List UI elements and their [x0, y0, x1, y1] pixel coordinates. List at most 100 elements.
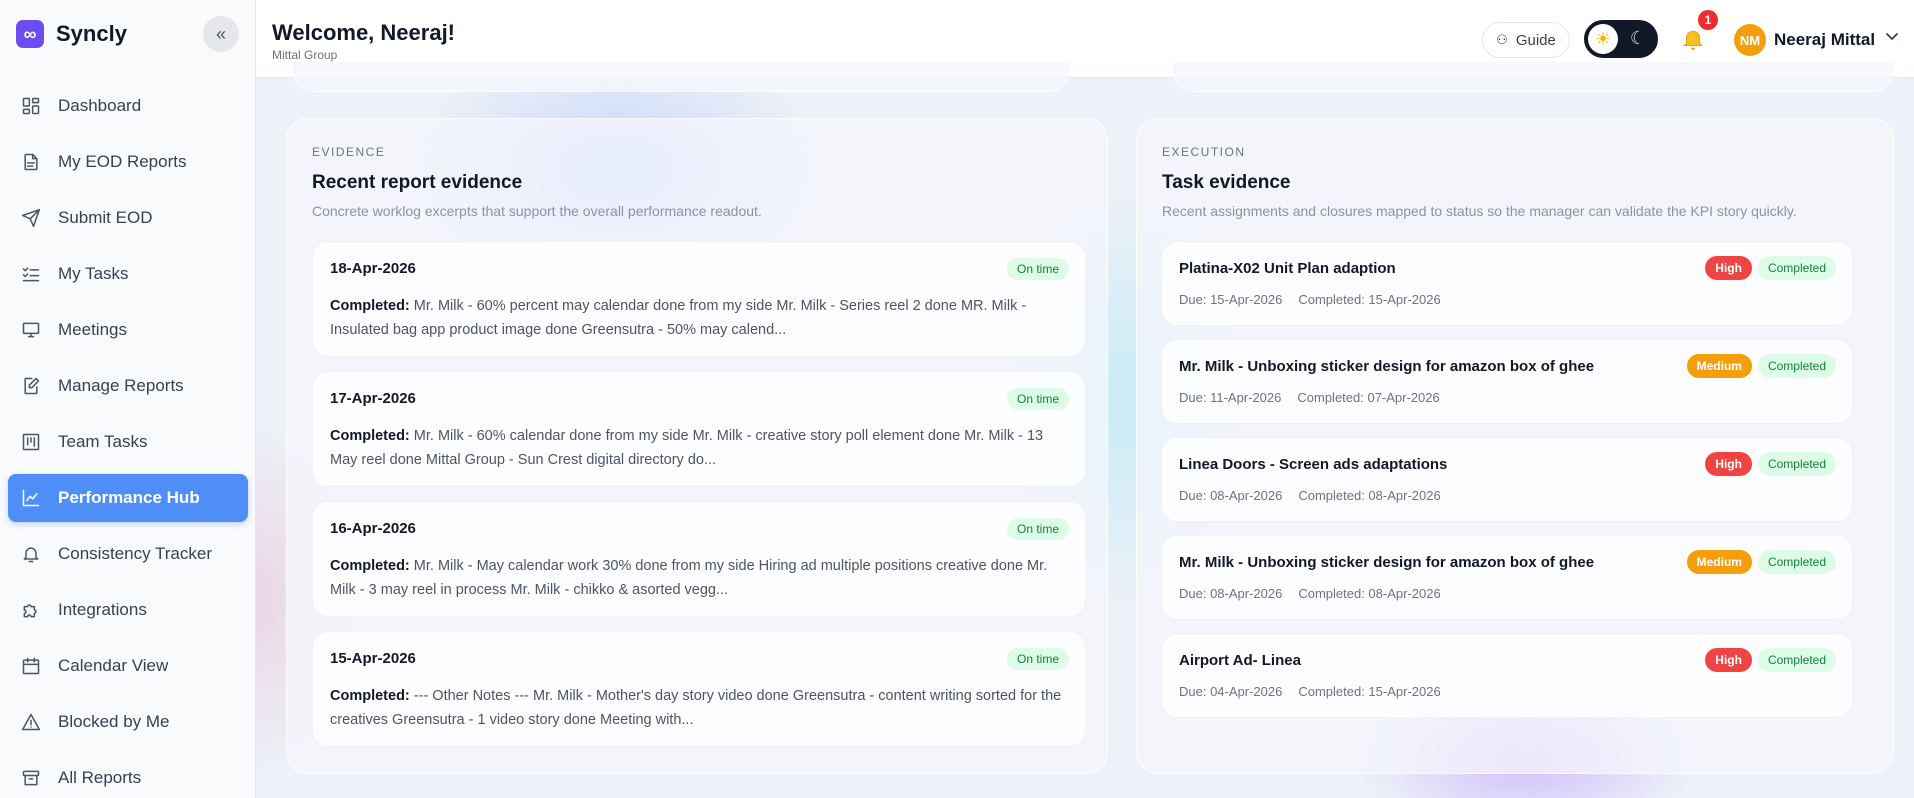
task-badges: High Completed — [1705, 648, 1836, 672]
theme-toggle[interactable]: ☀ ☾ — [1584, 20, 1658, 58]
task-completed: Completed: 15-Apr-2026 — [1298, 684, 1441, 699]
task-card[interactable]: Airport Ad- Linea High Completed Due: 04… — [1161, 633, 1853, 718]
brand[interactable]: ∞ Syncly — [16, 20, 127, 48]
chart-line-icon — [20, 487, 42, 509]
sidebar-item-dashboard[interactable]: Dashboard — [8, 82, 248, 130]
calendar-icon — [20, 655, 42, 677]
evidence-date: 18-Apr-2026 — [330, 260, 416, 277]
evidence-panel: EVIDENCE Recent report evidence Concrete… — [286, 118, 1108, 774]
sidebar-item-team-tasks[interactable]: Team Tasks — [8, 418, 248, 466]
sidebar-item-label: All Reports — [58, 768, 142, 787]
sidebar-item-label: Manage Reports — [58, 376, 184, 395]
organization-name: Mittal Group — [272, 48, 338, 62]
sidebar-item-label: Consistency Tracker — [58, 544, 212, 563]
sidebar-item-meetings[interactable]: Meetings — [8, 306, 248, 354]
evidence-body: --- Other Notes --- Mr. Milk - Mother's … — [330, 688, 1062, 728]
status-badge: Completed — [1757, 550, 1836, 574]
task-title: Mr. Milk - Unboxing sticker design for a… — [1179, 554, 1595, 571]
execution-panel: EXECUTION Task evidence Recent assignmen… — [1136, 118, 1894, 774]
sidebar-nav: Dashboard My EOD Reports Submit EOD My T… — [8, 82, 248, 798]
bell-icon — [20, 543, 42, 565]
sidebar-item-my-tasks[interactable]: My Tasks — [8, 250, 248, 298]
puzzle-icon — [20, 599, 42, 621]
evidence-label: Completed: — [330, 558, 410, 574]
evidence-card[interactable]: 15-Apr-2026 On time Completed: --- Other… — [312, 631, 1086, 747]
task-card[interactable]: Linea Doors - Screen ads adaptations Hig… — [1161, 437, 1853, 522]
checklist-icon — [20, 263, 42, 285]
edit-document-icon — [20, 375, 42, 397]
task-meta: Due: 08-Apr-2026 Completed: 08-Apr-2026 — [1179, 586, 1457, 601]
avatar[interactable]: NM — [1734, 24, 1766, 56]
sidebar-item-all-reports[interactable]: All Reports — [8, 754, 248, 798]
task-meta: Due: 04-Apr-2026 Completed: 15-Apr-2026 — [1179, 684, 1457, 699]
task-due: Due: 11-Apr-2026 — [1179, 390, 1282, 405]
sidebar-item-label: My Tasks — [58, 264, 129, 283]
task-due: Due: 15-Apr-2026 — [1179, 292, 1283, 307]
dashboard-icon — [20, 95, 42, 117]
warning-icon — [20, 711, 42, 733]
brand-name: Syncly — [56, 21, 127, 46]
evidence-eyebrow: EVIDENCE — [312, 145, 386, 159]
sidebar-item-manage-reports[interactable]: Manage Reports — [8, 362, 248, 410]
priority-badge: Medium — [1686, 354, 1752, 378]
task-due: Due: 08-Apr-2026 — [1179, 488, 1283, 503]
sidebar-item-label: Submit EOD — [58, 208, 153, 227]
user-name[interactable]: Neeraj Mittal — [1774, 30, 1875, 50]
status-badge: On time — [1006, 388, 1069, 410]
evidence-text: Completed: Mr. Milk - 60% calendar done … — [330, 424, 1070, 472]
sidebar-item-integrations[interactable]: Integrations — [8, 586, 248, 634]
evidence-date: 15-Apr-2026 — [330, 650, 416, 667]
status-badge: On time — [1006, 518, 1069, 540]
task-completed: Completed: 08-Apr-2026 — [1298, 586, 1441, 601]
double-chevron-left-icon: « — [215, 23, 226, 44]
sidebar-item-label: Dashboard — [58, 96, 142, 115]
evidence-card[interactable]: 16-Apr-2026 On time Completed: Mr. Milk … — [312, 501, 1086, 617]
evidence-text: Completed: Mr. Milk - May calendar work … — [330, 554, 1070, 602]
task-due: Due: 04-Apr-2026 — [1179, 684, 1283, 699]
sidebar-item-blocked-by-me[interactable]: Blocked by Me — [8, 698, 248, 746]
evidence-body: Mr. Milk - May calendar work 30% done fr… — [330, 558, 1048, 598]
status-badge: Completed — [1757, 452, 1836, 476]
status-badge: Completed — [1757, 256, 1836, 280]
evidence-title: Recent report evidence — [312, 172, 523, 193]
execution-title: Task evidence — [1162, 172, 1291, 193]
main-content: Welcome, Neeraj! Mittal Group ⚇ Guide ☀ … — [256, 0, 1914, 798]
priority-badge: High — [1705, 452, 1752, 476]
guide-button[interactable]: ⚇ Guide — [1482, 22, 1570, 58]
task-badges: High Completed — [1705, 452, 1836, 476]
sidebar-item-submit-eod[interactable]: Submit EOD — [8, 194, 248, 242]
collapse-sidebar-button[interactable]: « — [203, 16, 239, 52]
priority-badge: High — [1705, 648, 1752, 672]
task-meta: Due: 08-Apr-2026 Completed: 08-Apr-2026 — [1179, 488, 1457, 503]
notification-bell-icon[interactable] — [1680, 26, 1708, 54]
sidebar-item-label: Blocked by Me — [58, 712, 170, 731]
evidence-text: Completed: Mr. Milk - 60% percent may ca… — [330, 294, 1070, 342]
task-card[interactable]: Platina-X02 Unit Plan adaption High Comp… — [1161, 241, 1853, 326]
sidebar-item-my-eod-reports[interactable]: My EOD Reports — [8, 138, 248, 186]
evidence-card[interactable]: 17-Apr-2026 On time Completed: Mr. Milk … — [312, 371, 1086, 487]
task-completed: Completed: 15-Apr-2026 — [1298, 292, 1441, 307]
evidence-text: Completed: --- Other Notes --- Mr. Milk … — [330, 684, 1070, 732]
task-card[interactable]: Mr. Milk - Unboxing sticker design for a… — [1161, 535, 1853, 620]
status-badge: Completed — [1757, 354, 1836, 378]
sidebar-item-performance-hub[interactable]: Performance Hub — [8, 474, 248, 522]
task-card[interactable]: Mr. Milk - Unboxing sticker design for a… — [1161, 339, 1853, 424]
send-icon — [20, 207, 42, 229]
execution-subtitle: Recent assignments and closures mapped t… — [1162, 203, 1797, 219]
board-icon — [20, 431, 42, 453]
evidence-body: Mr. Milk - 60% calendar done from my sid… — [330, 428, 1044, 468]
guide-icon: ⚇ — [1496, 32, 1508, 47]
chevron-down-icon[interactable] — [1884, 28, 1900, 44]
sidebar-item-consistency-tracker[interactable]: Consistency Tracker — [8, 530, 248, 578]
task-due: Due: 08-Apr-2026 — [1179, 586, 1283, 601]
sidebar-item-label: Meetings — [58, 320, 127, 339]
task-badges: Medium Completed — [1686, 354, 1836, 378]
document-icon — [20, 151, 42, 173]
task-completed: Completed: 07-Apr-2026 — [1297, 390, 1440, 405]
sidebar-item-calendar-view[interactable]: Calendar View — [8, 642, 248, 690]
task-meta: Due: 11-Apr-2026 Completed: 07-Apr-2026 — [1179, 390, 1456, 405]
evidence-label: Completed: — [330, 298, 410, 314]
task-title: Mr. Milk - Unboxing sticker design for a… — [1179, 358, 1595, 375]
evidence-card[interactable]: 18-Apr-2026 On time Completed: Mr. Milk … — [312, 241, 1086, 357]
evidence-date: 16-Apr-2026 — [330, 520, 416, 537]
